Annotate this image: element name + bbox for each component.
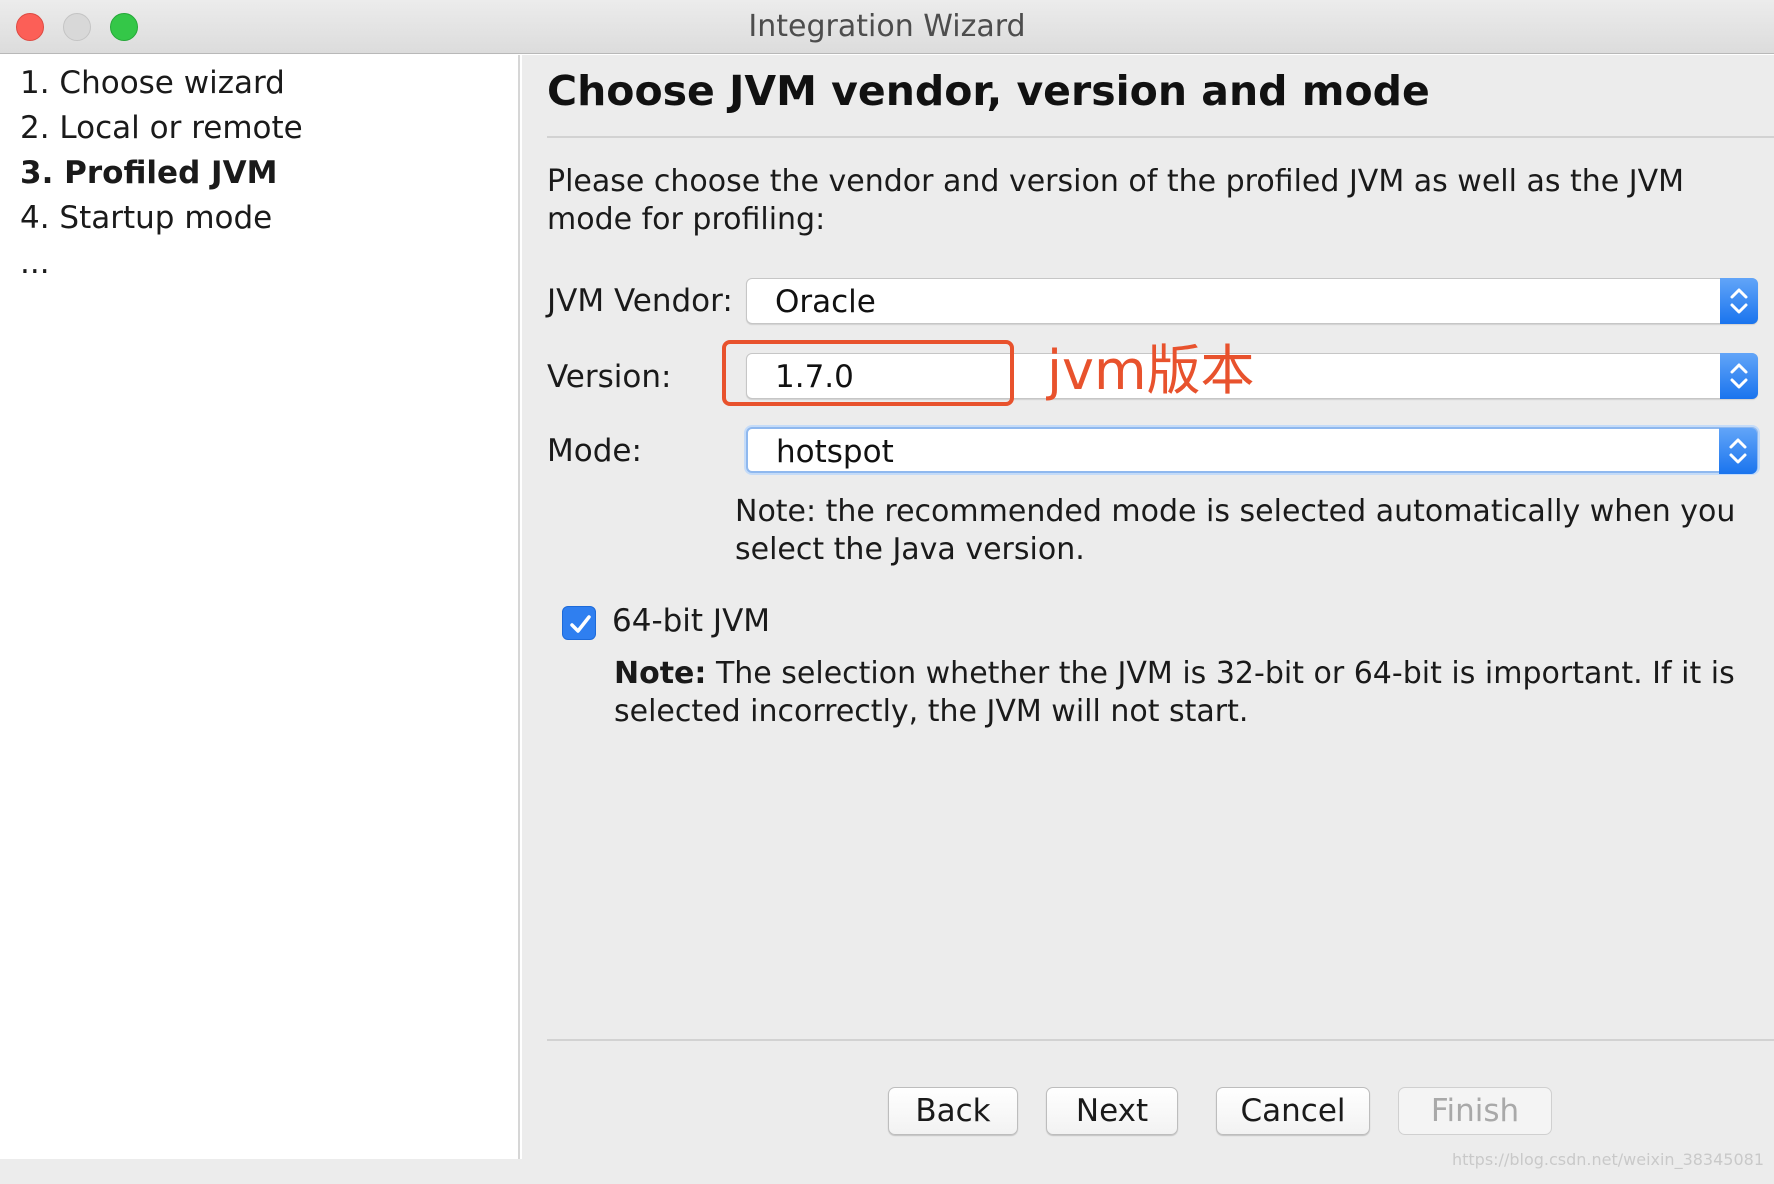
64bit-jvm-label[interactable]: 64-bit JVM <box>612 603 770 639</box>
back-button[interactable]: Back <box>888 1087 1018 1135</box>
footer-divider <box>547 1039 1774 1041</box>
page-title: Choose JVM vendor, version and mode <box>547 67 1430 115</box>
title-bar: Integration Wizard <box>0 0 1774 54</box>
jvm-vendor-select[interactable]: Oracle <box>746 278 1758 324</box>
bit-note-text: The selection whether the JVM is 32-bit … <box>614 656 1735 729</box>
wizard-content: Choose JVM vendor, version and mode Plea… <box>522 55 1774 1159</box>
step-more: ... <box>20 245 50 281</box>
watermark: https://blog.csdn.net/weixin_38345081 <box>1451 1150 1764 1169</box>
step-profiled-jvm: 3. Profiled JVM <box>20 155 278 191</box>
finish-button[interactable]: Finish <box>1398 1087 1552 1135</box>
checkmark-icon <box>570 615 591 633</box>
version-label: Version: <box>547 359 672 395</box>
jvm-vendor-value: Oracle <box>775 284 876 320</box>
version-annotation-box <box>722 340 1014 406</box>
version-chevron-icon <box>1720 353 1758 399</box>
jvm-vendor-chevron-icon <box>1720 278 1758 324</box>
next-button[interactable]: Next <box>1046 1087 1178 1135</box>
window-title: Integration Wizard <box>748 9 1026 44</box>
mode-note: Note: the recommended mode is selected a… <box>735 494 1736 567</box>
mode-select[interactable]: hotspot <box>746 427 1758 474</box>
bit-note-prefix: Note: <box>614 656 707 691</box>
mode-value: hotspot <box>776 434 894 470</box>
64bit-jvm-checkbox[interactable] <box>562 606 596 640</box>
version-annotation-text: jvm版本 <box>1047 339 1255 402</box>
step-local-or-remote: 2. Local or remote <box>20 110 303 146</box>
mode-chevron-icon <box>1719 428 1757 474</box>
cancel-button[interactable]: Cancel <box>1216 1087 1370 1135</box>
jvm-vendor-label: JVM Vendor: <box>547 283 733 319</box>
step-choose-wizard: 1. Choose wizard <box>20 65 285 101</box>
title-divider <box>547 136 1774 138</box>
page-description: Please choose the vendor and version of … <box>547 164 1685 237</box>
step-startup-mode: 4. Startup mode <box>20 200 273 236</box>
bit-selection-note: Note: The selection whether the JVM is 3… <box>614 655 1764 731</box>
wizard-steps-sidebar: 1. Choose wizard 2. Local or remote 3. P… <box>0 55 520 1159</box>
mode-label: Mode: <box>547 433 642 469</box>
